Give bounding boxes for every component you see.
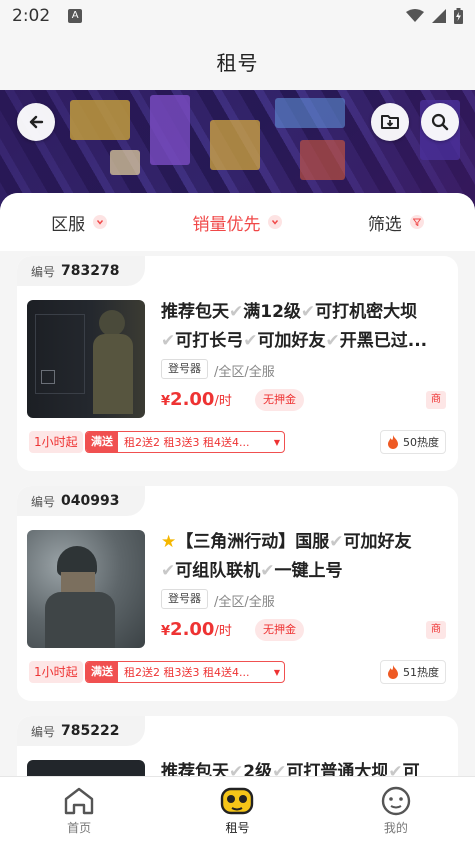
signal-icon — [432, 9, 446, 23]
home-icon — [64, 787, 94, 814]
listing-title: ★【三角洲行动】国服✔可加好友 ✔可组队联机✔一键上号 — [161, 532, 412, 581]
listing-card[interactable]: 编号 040993 ★【三角洲行动】国服✔可加好友 ✔可组队联机✔一键上号 登号器 … — [17, 486, 458, 701]
tab-home[interactable]: 首页 — [0, 777, 158, 844]
filter-sort[interactable]: 销量优先 — [158, 210, 316, 235]
funnel-icon — [409, 215, 424, 229]
filter-region-label: 区服 — [51, 214, 86, 235]
star-icon: ★ — [161, 532, 177, 552]
min-rent-badge: 1小时起 — [29, 661, 83, 683]
gamepad-icon — [221, 787, 254, 814]
launcher-tag: 登号器 — [161, 359, 208, 379]
listing-price: ¥2.00/时 — [161, 619, 232, 640]
promo-label: 满送 — [86, 432, 118, 452]
promo-text: 租2送2 租3送3 租4送4... — [124, 436, 250, 449]
tab-profile-label: 我的 — [383, 820, 408, 835]
folder-button[interactable] — [371, 103, 409, 141]
listing-number-label: 编号 — [31, 264, 56, 279]
listing-thumbnail — [27, 530, 145, 648]
search-icon — [431, 113, 449, 131]
notification-a-icon: A — [68, 9, 83, 23]
listing-title: 推荐包天✔满12级✔可打机密大坝 ✔可打长弓✔可加好友✔开黑已过... — [161, 302, 428, 351]
tab-home-label: 首页 — [67, 820, 92, 835]
tab-profile[interactable]: 我的 — [317, 777, 475, 844]
back-button[interactable] — [17, 103, 55, 141]
caret-down-icon: ▼ — [273, 437, 281, 447]
title-bar: 租号 — [0, 32, 475, 90]
tab-rent-label: 租号 — [225, 820, 250, 835]
shop-badge: 商 — [426, 621, 446, 639]
listing-card[interactable]: 编号 783278 推荐包天✔满12级✔可打机密大坝 ✔可打长弓✔可加好友✔开黑已过… — [17, 256, 458, 471]
promo-text: 租2送2 租3送3 租4送4... — [124, 666, 250, 679]
promo-dropdown[interactable]: 满送 租2送2 租3送3 租4送4... ▼ — [85, 431, 285, 453]
page-title: 租号 — [216, 50, 259, 75]
listing-thumbnail — [27, 300, 145, 418]
wifi-icon — [406, 9, 424, 22]
heat-badge: 50热度 — [380, 430, 446, 454]
promo-dropdown[interactable]: 满送 租2送2 租3送3 租4送4... ▼ — [85, 661, 285, 683]
listing-region: /全区/全服 — [214, 595, 275, 610]
filter-sort-label: 销量优先 — [192, 214, 261, 235]
battery-icon — [454, 8, 463, 24]
heat-value: 51热度 — [403, 666, 439, 679]
arrow-left-icon — [29, 115, 44, 129]
shop-badge: 商 — [426, 391, 446, 409]
chevron-down-icon — [268, 215, 283, 229]
bottom-tab-bar: 首页 租号 我的 — [0, 776, 475, 844]
no-deposit-badge: 无押金 — [255, 619, 304, 641]
filter-bar: 区服 销量优先 筛选 — [0, 193, 475, 251]
folder-download-icon — [381, 115, 399, 129]
listing-number-label: 编号 — [31, 724, 56, 739]
filter-region[interactable]: 区服 — [0, 210, 158, 235]
search-button[interactable] — [421, 103, 459, 141]
flame-icon — [388, 665, 398, 679]
listing-number-value: 783278 — [61, 263, 120, 279]
heat-value: 50热度 — [403, 436, 439, 449]
listing-number-value: 785222 — [61, 723, 120, 739]
listing-price: ¥2.00/时 — [161, 389, 232, 410]
min-rent-badge: 1小时起 — [29, 431, 83, 453]
listing-number: 编号 040993 — [17, 486, 145, 516]
listing-number-label: 编号 — [31, 494, 56, 509]
no-deposit-badge: 无押金 — [255, 389, 304, 411]
heat-badge: 51热度 — [380, 660, 446, 684]
listing-number-value: 040993 — [61, 493, 120, 509]
flame-icon — [388, 435, 398, 449]
promo-label: 满送 — [86, 662, 118, 682]
filter-screen[interactable]: 筛选 — [317, 210, 475, 235]
tab-rent[interactable]: 租号 — [158, 777, 316, 844]
listing-number: 编号 785222 — [17, 716, 145, 746]
listing-region: /全区/全服 — [214, 365, 275, 380]
profile-icon — [381, 786, 411, 815]
filter-screen-label: 筛选 — [367, 214, 402, 235]
chevron-down-icon — [93, 215, 108, 229]
launcher-tag: 登号器 — [161, 589, 208, 609]
caret-down-icon: ▼ — [273, 667, 281, 677]
listing-number: 编号 783278 — [17, 256, 145, 286]
status-time: 2:02 — [12, 6, 51, 26]
status-bar: 2:02 A — [0, 0, 475, 32]
